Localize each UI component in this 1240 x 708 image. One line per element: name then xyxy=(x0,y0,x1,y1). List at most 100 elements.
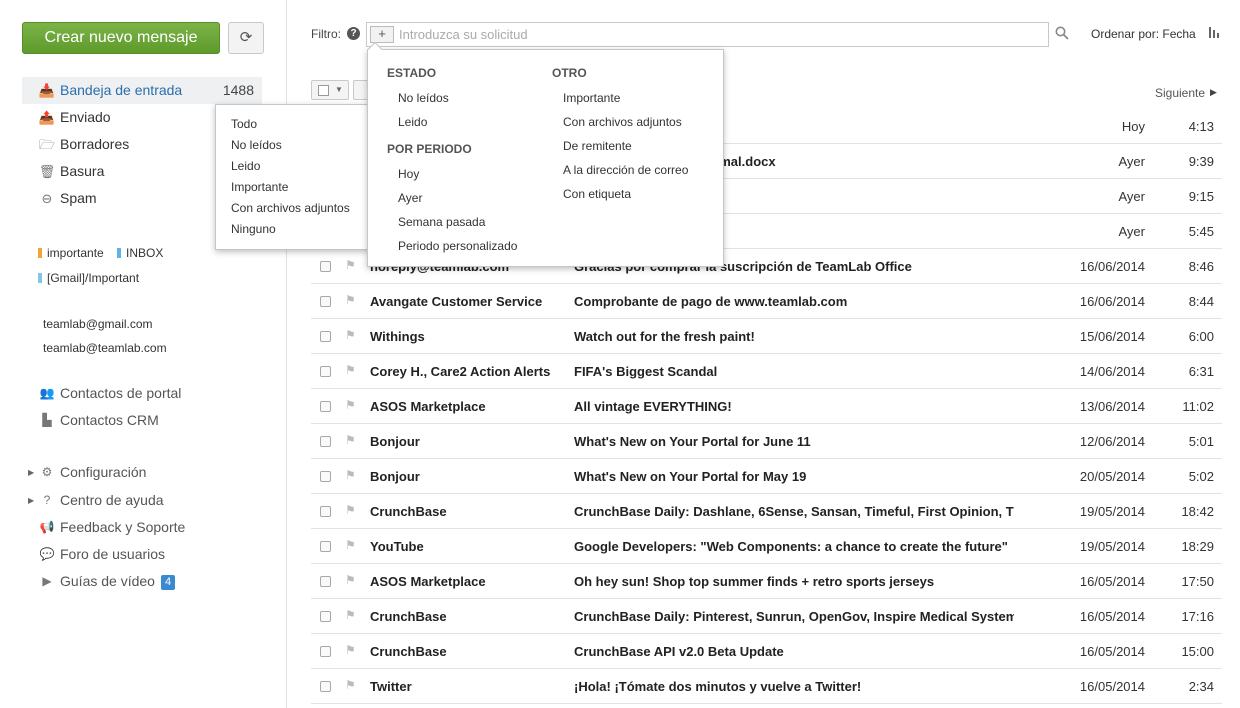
message-checkbox[interactable] xyxy=(320,401,331,412)
settings-link[interactable]: ▶ ⚙ Configuración xyxy=(22,459,272,487)
add-filter-button[interactable]: + xyxy=(370,26,394,43)
message-row[interactable]: ⚑ CrunchBase CrunchBase API v2.0 Beta Upda… xyxy=(311,634,1222,669)
message-checkbox[interactable] xyxy=(320,296,331,307)
message-row[interactable]: ⚑ CrunchBase CrunchBase Daily: Pinterest, … xyxy=(311,599,1222,634)
folder-inbox[interactable]: 📥 Bandeja de entrada 1488 xyxy=(22,77,262,104)
message-time: 18:29 xyxy=(1181,539,1214,554)
select-menu-item[interactable]: Con archivos adjuntos xyxy=(216,198,369,219)
select-all-dropdown[interactable]: ▼ xyxy=(311,80,349,100)
filter-option[interactable]: A la dirección de correo xyxy=(552,158,688,182)
user-forum-link[interactable]: 💬 Foro de usuarios xyxy=(22,541,272,568)
select-menu-item[interactable]: Todo xyxy=(216,114,369,135)
refresh-button[interactable]: ⟳ xyxy=(228,22,264,54)
crm-contacts-link[interactable]: ▙ Contactos CRM xyxy=(22,407,272,434)
filter-option[interactable]: Con etiqueta xyxy=(552,182,688,206)
message-date: Hoy xyxy=(1121,119,1145,134)
select-menu-item[interactable]: Importante xyxy=(216,177,369,198)
message-row[interactable]: ⚑ Bonjour What's New on Your Portal for Ju… xyxy=(311,424,1222,459)
message-subject: What's New on Your Portal for May 19 xyxy=(574,469,807,484)
message-date: 20/05/2014 xyxy=(1079,469,1145,484)
message-time: 15:00 xyxy=(1181,644,1214,659)
message-checkbox[interactable] xyxy=(320,576,331,587)
flag-icon[interactable]: ⚑ xyxy=(345,258,356,272)
video-guides-link[interactable]: ▶ Guías de vídeo 4 xyxy=(22,568,272,595)
flag-icon[interactable]: ⚑ xyxy=(345,538,356,552)
filter-option[interactable]: Importante xyxy=(552,86,688,110)
flag-icon[interactable]: ⚑ xyxy=(345,293,356,307)
message-date: 13/06/2014 xyxy=(1079,399,1145,414)
message-time: 5:02 xyxy=(1188,469,1214,484)
select-menu-item[interactable]: No leídos xyxy=(216,135,369,156)
message-checkbox[interactable] xyxy=(320,331,331,342)
message-checkbox[interactable] xyxy=(320,681,331,692)
flag-icon[interactable]: ⚑ xyxy=(345,328,356,342)
message-row[interactable]: ⚑ Corey H., Care2 Action Alerts FIFA's Big… xyxy=(311,354,1222,389)
message-checkbox[interactable] xyxy=(320,646,331,657)
flag-icon[interactable]: ⚑ xyxy=(345,363,356,377)
account-item[interactable]: teamlab@teamlab.com xyxy=(43,336,167,360)
message-checkbox[interactable] xyxy=(320,471,331,482)
next-page-link[interactable]: Siguiente xyxy=(1155,86,1205,100)
help-icon[interactable]: ? xyxy=(347,27,360,40)
chevron-right-icon[interactable]: ▶ xyxy=(1210,87,1217,98)
chevron-down-icon[interactable]: ▼ xyxy=(335,85,343,94)
message-date: Ayer xyxy=(1118,154,1146,169)
tag-inbox[interactable]: INBOX xyxy=(117,241,163,266)
flag-icon[interactable]: ⚑ xyxy=(345,608,356,622)
help-center-link[interactable]: ▶ ? Centro de ayuda xyxy=(22,487,272,514)
filter-option[interactable]: Hoy xyxy=(387,162,517,186)
tag-gmail-important[interactable]: [Gmail]/Important xyxy=(38,266,139,291)
message-row[interactable]: ⚑ ASOS Marketplace All vintage EVERYTHING!… xyxy=(311,389,1222,424)
search-icon[interactable] xyxy=(1055,26,1071,42)
tag-swatch xyxy=(38,248,42,258)
account-item[interactable]: teamlab@gmail.com xyxy=(43,312,167,336)
flag-icon[interactable]: ⚑ xyxy=(345,678,356,692)
message-row[interactable]: ⚑ CrunchBase CrunchBase Daily: Dashlane, 6… xyxy=(311,494,1222,529)
filter-section-title: ESTADO xyxy=(387,66,437,80)
message-date: 19/05/2014 xyxy=(1079,539,1145,554)
flag-icon[interactable]: ⚑ xyxy=(345,573,356,587)
select-menu-item[interactable]: Leido xyxy=(216,156,369,177)
portal-contacts-link[interactable]: 👥 Contactos de portal xyxy=(22,380,272,407)
filter-option[interactable]: De remitente xyxy=(552,134,688,158)
message-subject: Google Developers: "Web Components: a ch… xyxy=(574,539,1008,554)
tag-importante[interactable]: importante xyxy=(38,241,104,266)
message-row[interactable]: ⚑ Twitter ¡Hola! ¡Tómate dos minutos y vue… xyxy=(311,669,1222,704)
filter-option[interactable]: Periodo personalizado xyxy=(387,234,517,258)
message-time: 17:16 xyxy=(1181,609,1214,624)
message-checkbox[interactable] xyxy=(320,436,331,447)
select-menu-item[interactable]: Ninguno xyxy=(216,219,369,240)
filter-option[interactable]: Ayer xyxy=(387,186,517,210)
select-all-checkbox[interactable] xyxy=(318,85,329,96)
message-checkbox[interactable] xyxy=(320,506,331,517)
filter-option[interactable]: Con archivos adjuntos xyxy=(552,110,688,134)
filter-option[interactable]: Semana pasada xyxy=(387,210,517,234)
feedback-link[interactable]: 📢 Feedback y Soporte xyxy=(22,514,272,541)
message-checkbox[interactable] xyxy=(320,611,331,622)
expand-arrow-icon[interactable]: ▶ xyxy=(28,459,34,486)
flag-icon[interactable]: ⚑ xyxy=(345,503,356,517)
message-time: 8:44 xyxy=(1188,294,1214,309)
flag-icon[interactable]: ⚑ xyxy=(345,468,356,482)
message-row[interactable]: ⚑ ASOS Marketplace Oh hey sun! Shop top su… xyxy=(311,564,1222,599)
flag-icon[interactable]: ⚑ xyxy=(345,433,356,447)
flag-icon[interactable]: ⚑ xyxy=(345,398,356,412)
message-checkbox[interactable] xyxy=(320,366,331,377)
filter-input[interactable] xyxy=(399,26,1039,43)
flag-icon[interactable]: ⚑ xyxy=(345,643,356,657)
expand-arrow-icon[interactable]: ▶ xyxy=(28,487,34,514)
message-checkbox[interactable] xyxy=(320,541,331,552)
link-label: Contactos CRM xyxy=(60,412,159,428)
message-row[interactable]: ⚑ YouTube Google Developers: "Web Componen… xyxy=(311,529,1222,564)
message-row[interactable]: ⚑ Avangate Customer Service Comprobante de… xyxy=(311,284,1222,319)
link-label: Centro de ayuda xyxy=(60,492,164,508)
sort-selector[interactable]: Ordenar por: Fecha xyxy=(1091,27,1196,41)
message-sender: ASOS Marketplace xyxy=(370,574,486,589)
filter-option[interactable]: No leídos xyxy=(387,86,517,110)
message-row[interactable]: ⚑ Bonjour What's New on Your Portal for Ma… xyxy=(311,459,1222,494)
message-row[interactable]: ⚑ Withings Watch out for the fresh paint! 1… xyxy=(311,319,1222,354)
compose-button[interactable]: Crear nuevo mensaje xyxy=(22,22,220,54)
sort-order-icon[interactable] xyxy=(1209,27,1221,41)
message-checkbox[interactable] xyxy=(320,261,331,272)
filter-option[interactable]: Leido xyxy=(387,110,517,134)
